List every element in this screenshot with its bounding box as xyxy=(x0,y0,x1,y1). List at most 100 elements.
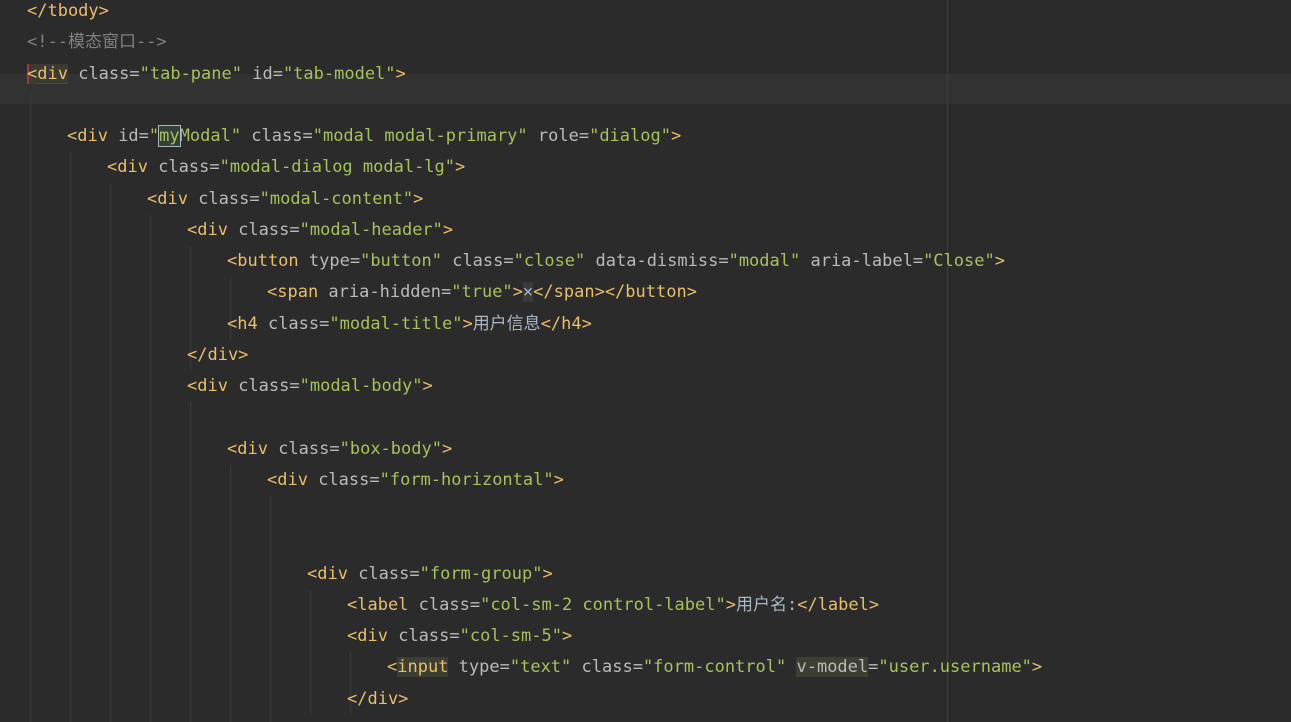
code-token: class= xyxy=(227,376,300,396)
code-line[interactable]: <h4 class="modal-title">用户信息</h4> xyxy=(227,309,592,340)
code-token: "form-group" xyxy=(419,563,543,584)
code-token: > xyxy=(422,376,433,396)
code-token: class= xyxy=(147,157,220,178)
code-line[interactable]: <label class="col-sm-2 control-label">用户… xyxy=(347,590,879,621)
code-token: > xyxy=(670,126,682,146)
code-token: "Close" xyxy=(923,251,995,271)
code-line[interactable]: </div> xyxy=(307,715,368,722)
code-line[interactable]: <div class="form-horizontal"> xyxy=(267,465,564,496)
code-token: class= xyxy=(267,438,340,459)
indent-guide-line xyxy=(150,214,151,722)
code-token: role= xyxy=(527,126,590,146)
code-token: </tbody> xyxy=(27,1,109,21)
code-line[interactable]: <div class="form-group"> xyxy=(307,559,553,590)
code-token: <h4 xyxy=(227,313,258,334)
code-token: <!--模态窗口--> xyxy=(27,32,167,53)
code-token: "dialog" xyxy=(589,126,671,146)
code-token: > xyxy=(413,188,424,209)
code-token: 用户信息 xyxy=(472,313,541,334)
code-token: "true" xyxy=(451,282,513,303)
code-token: "button" xyxy=(360,251,442,271)
code-token: "modal-title" xyxy=(329,313,463,334)
code-token: <label xyxy=(347,594,409,615)
code-token: "col-sm-5" xyxy=(459,626,562,646)
code-token: × xyxy=(522,282,534,303)
code-token: "col-sm-2 control-label" xyxy=(480,594,726,615)
code-token: id= xyxy=(107,126,149,146)
code-token: > xyxy=(1031,657,1043,678)
code-token: aria-hidden= xyxy=(318,282,452,303)
code-line[interactable]: <div class="col-sm-5"> xyxy=(347,621,572,652)
code-token: "modal modal-primary" xyxy=(312,126,528,146)
code-token: </h4> xyxy=(540,313,592,334)
code-token: > xyxy=(542,563,553,584)
indent-guide-line xyxy=(190,402,191,722)
code-token: <div xyxy=(147,188,188,209)
code-token: > xyxy=(455,157,466,178)
code-token: "user.username" xyxy=(878,657,1032,678)
code-token: div xyxy=(37,63,68,84)
code-token: <button xyxy=(227,251,299,271)
code-token: <div xyxy=(187,219,228,240)
code-token: my xyxy=(158,125,181,147)
indent-guide-line xyxy=(270,496,271,722)
code-token: </span></button> xyxy=(533,282,697,303)
code-token: class= xyxy=(387,626,460,646)
code-editor[interactable]: </tbody> <!--模态窗口--> <div class="tab-pane"… xyxy=(0,0,1291,722)
code-token: "close" xyxy=(513,251,586,271)
code-line[interactable]: <input type="text" class="form-control" … xyxy=(387,652,1042,683)
code-token: "modal-dialog modal-lg" xyxy=(219,157,456,178)
code-line[interactable]: <div class="modal-header"> xyxy=(187,215,453,246)
code-token: "text" xyxy=(509,657,572,678)
indent-guide-line xyxy=(230,464,231,722)
code-token: "modal-header" xyxy=(299,219,443,240)
code-token: "modal" xyxy=(728,251,801,271)
code-token: "form-horizontal" xyxy=(379,469,554,490)
code-token: type= xyxy=(298,251,361,271)
code-token: <div xyxy=(107,157,148,178)
code-token: <div xyxy=(267,469,308,490)
code-token: </div> xyxy=(347,688,409,709)
code-line[interactable]: <button type="button" class="close" data… xyxy=(227,246,1005,277)
code-token: class= xyxy=(408,594,481,615)
code-line[interactable]: <div class="modal-content"> xyxy=(147,184,423,215)
code-line[interactable]: <div class="modal-dialog modal-lg"> xyxy=(107,152,465,183)
code-token: > xyxy=(553,469,564,490)
code-line[interactable]: </tbody> xyxy=(27,0,109,27)
code-token: "form-control" xyxy=(642,657,787,678)
code-line[interactable]: <div class="tab-pane" id="tab-model"> xyxy=(27,59,406,90)
indent-guide-line xyxy=(30,89,31,722)
code-token: Modal" xyxy=(179,126,242,146)
code-token: "box-body" xyxy=(339,438,442,459)
code-token: </label> xyxy=(797,594,880,615)
code-token: 用户名: xyxy=(735,594,798,615)
code-token: "tab-model" xyxy=(282,63,396,84)
code-line[interactable]: <div class="modal-body"> xyxy=(187,371,433,402)
code-token: <div xyxy=(347,626,388,646)
code-token: > xyxy=(512,282,523,303)
code-token: > xyxy=(561,626,573,646)
code-token: <div xyxy=(67,126,108,146)
indent-guide-line xyxy=(310,589,311,715)
code-token: class= xyxy=(67,63,140,84)
code-line[interactable]: </div> xyxy=(347,684,408,715)
code-token: > xyxy=(395,63,406,84)
code-line[interactable]: </div> xyxy=(187,340,248,371)
code-token: > xyxy=(462,313,473,334)
code-token: "modal-content" xyxy=(259,188,414,209)
code-line[interactable]: <div class="box-body"> xyxy=(227,434,452,465)
code-line[interactable]: <!--模态窗口--> xyxy=(27,27,167,58)
code-token: class= xyxy=(241,126,313,146)
code-token: > xyxy=(994,251,1005,271)
code-line[interactable]: <span aria-hidden="true">×</span></butto… xyxy=(267,277,697,308)
code-token: id= xyxy=(241,63,283,84)
indent-guide-line xyxy=(70,152,71,722)
code-token: class= xyxy=(307,469,380,490)
right-margin-guide xyxy=(947,0,948,722)
code-token: class= xyxy=(187,188,260,209)
code-line[interactable]: <div id="myModal" class="modal modal-pri… xyxy=(67,121,681,152)
code-token: < xyxy=(387,657,398,678)
code-token: v-model xyxy=(796,657,869,678)
code-token: > xyxy=(725,594,736,615)
